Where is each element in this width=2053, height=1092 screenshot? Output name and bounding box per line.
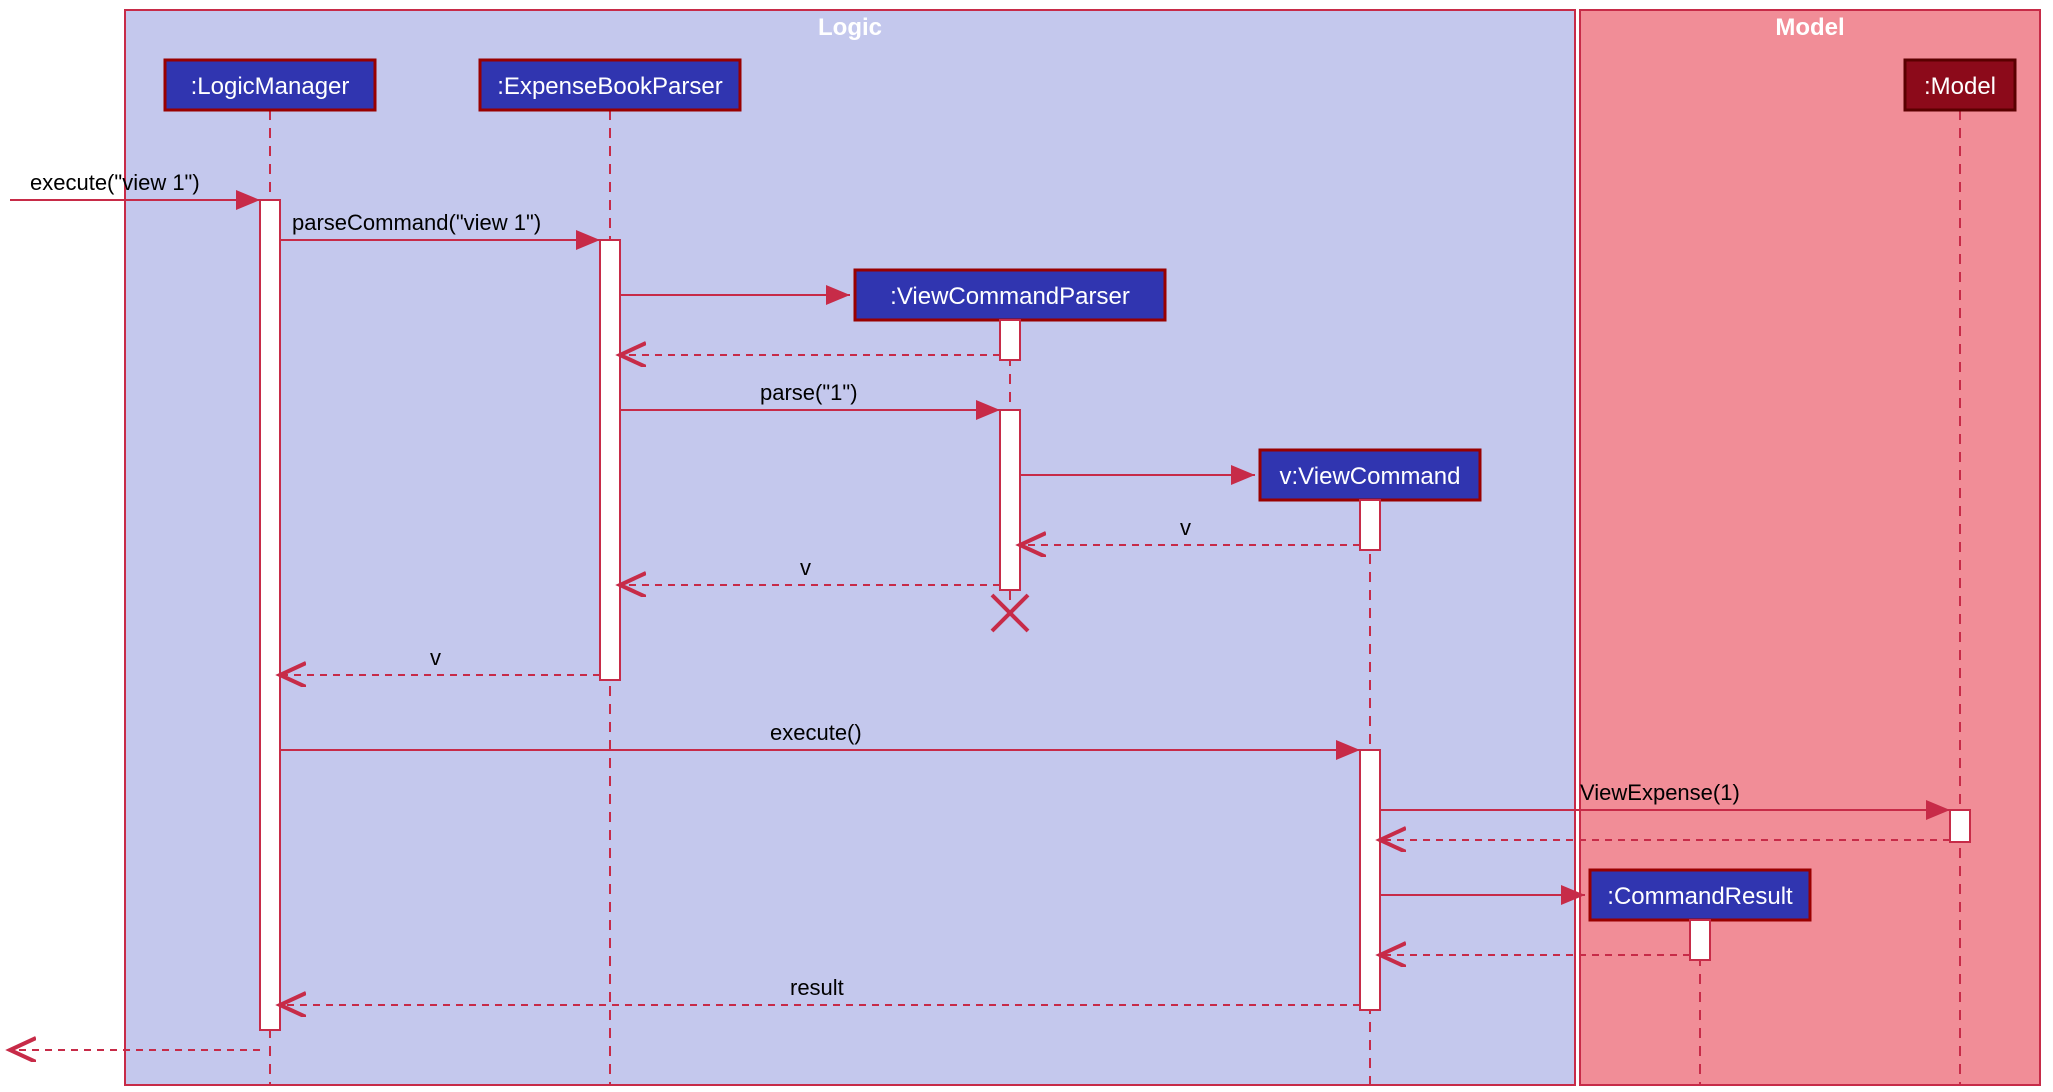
msg-parse-label: parse("1") — [760, 380, 858, 405]
frame-model-label: Model — [1775, 14, 1844, 41]
activation-logicmanager — [260, 200, 280, 1030]
participant-viewcommandparser: :ViewCommandParser — [855, 270, 1165, 320]
msg-execute-call-label: execute() — [770, 720, 862, 745]
msg-return-v-1-label: v — [1180, 515, 1191, 540]
participant-model-label: :Model — [1924, 73, 1996, 100]
participant-model: :Model — [1905, 60, 2015, 110]
participant-logicmanager: :LogicManager — [165, 60, 375, 110]
msg-return-v-2-label: v — [800, 555, 811, 580]
sequence-diagram: Logic Model :LogicManager :ExpenseBookPa… — [0, 0, 2053, 1092]
activation-viewcommandparser-2 — [1000, 410, 1020, 590]
participant-viewcommand: v:ViewCommand — [1260, 450, 1480, 500]
activation-expensebookparser — [600, 240, 620, 680]
msg-return-v-3-label: v — [430, 645, 441, 670]
participant-commandresult-label: :CommandResult — [1607, 883, 1793, 910]
frame-model — [1580, 10, 2040, 1085]
participant-viewcommand-label: v:ViewCommand — [1280, 463, 1461, 490]
participant-expensebookparser: :ExpenseBookParser — [480, 60, 740, 110]
activation-model — [1950, 810, 1970, 842]
msg-parsecommand-label: parseCommand("view 1") — [292, 210, 541, 235]
activation-commandresult — [1690, 920, 1710, 960]
msg-viewexpense-label: ViewExpense(1) — [1580, 780, 1740, 805]
activation-viewcommand-2 — [1360, 750, 1380, 1010]
participant-viewcommandparser-label: :ViewCommandParser — [890, 283, 1130, 310]
participant-logicmanager-label: :LogicManager — [191, 73, 350, 100]
msg-execute-in-label: execute("view 1") — [30, 170, 200, 195]
msg-result-label: result — [790, 975, 844, 1000]
frame-logic — [125, 10, 1575, 1085]
activation-viewcommandparser-1 — [1000, 320, 1020, 360]
participant-expensebookparser-label: :ExpenseBookParser — [497, 73, 722, 100]
participant-commandresult: :CommandResult — [1590, 870, 1810, 920]
activation-viewcommand-1 — [1360, 500, 1380, 550]
frame-logic-label: Logic — [818, 14, 882, 41]
